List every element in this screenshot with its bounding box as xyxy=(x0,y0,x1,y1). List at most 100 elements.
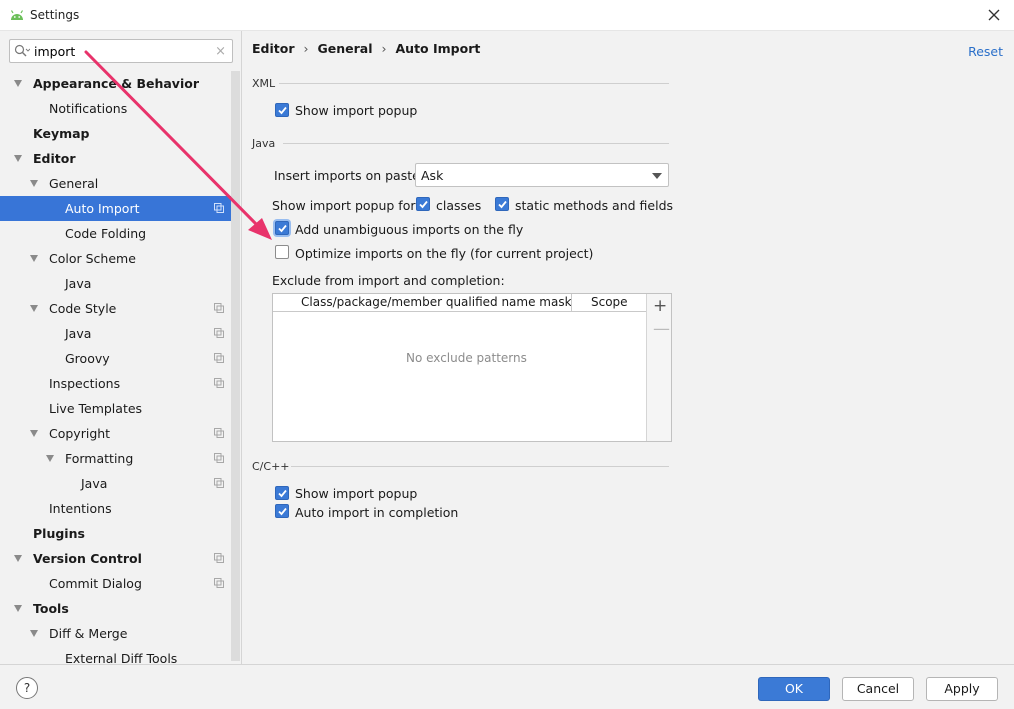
apply-button[interactable]: Apply xyxy=(926,677,998,701)
sidebar-item-label: Java xyxy=(65,276,92,291)
title-bar: Settings xyxy=(0,0,1014,31)
expand-arrow-icon[interactable] xyxy=(30,430,38,437)
optimize-imports-label: Optimize imports on the fly (for current… xyxy=(295,246,594,261)
close-button[interactable] xyxy=(982,4,1006,26)
cancel-button[interactable]: Cancel xyxy=(842,677,914,701)
close-icon xyxy=(988,9,1000,21)
project-level-icon xyxy=(214,553,224,563)
sidebar-item[interactable]: Groovy xyxy=(0,346,232,371)
sidebar-item[interactable]: Commit Dialog xyxy=(0,571,232,596)
project-level-icon xyxy=(214,203,224,213)
insert-imports-select[interactable]: Ask xyxy=(415,163,669,187)
expand-arrow-icon[interactable] xyxy=(14,605,22,612)
sidebar-item[interactable]: Code Style xyxy=(0,296,232,321)
table-header: Class/package/member qualified name mask… xyxy=(273,294,646,312)
xml-show-popup-checkbox[interactable] xyxy=(275,103,289,117)
sidebar-item-label: Auto Import xyxy=(65,201,140,216)
expand-arrow-icon[interactable] xyxy=(30,180,38,187)
sidebar-item[interactable]: Formatting xyxy=(0,446,232,471)
empty-table-text: No exclude patterns xyxy=(406,351,527,365)
settings-content: Editor › General › Auto Import Reset XML Sho… xyxy=(243,31,1014,664)
clear-search-icon[interactable]: × xyxy=(215,44,226,59)
sidebar-item[interactable]: Copyright xyxy=(0,421,232,446)
sidebar-item[interactable]: Notifications xyxy=(0,96,232,121)
sidebar-item-label: Groovy xyxy=(65,351,110,366)
breadcrumb-editor: Editor xyxy=(252,41,295,56)
sidebar-scrollbar[interactable] xyxy=(231,71,240,661)
check-icon xyxy=(498,200,507,209)
settings-tree: Appearance & Behavior Notifications Keymap… xyxy=(0,71,232,664)
expand-arrow-icon[interactable] xyxy=(46,455,54,462)
sidebar-item[interactable]: Java xyxy=(0,471,232,496)
sidebar-item-label: Intentions xyxy=(49,501,112,516)
sidebar-item-label: Commit Dialog xyxy=(49,576,142,591)
optimize-imports-checkbox[interactable] xyxy=(275,245,289,259)
classes-label: classes xyxy=(436,198,482,213)
sidebar-item-label: Copyright xyxy=(49,426,111,441)
section-divider xyxy=(291,466,669,467)
breadcrumb-separator: › xyxy=(303,41,309,56)
sidebar-item[interactable]: Live Templates xyxy=(0,396,232,421)
sidebar-item[interactable]: Code Folding xyxy=(0,221,232,246)
sidebar-item[interactable]: Appearance & Behavior xyxy=(0,71,232,96)
sidebar-item[interactable]: Auto Import xyxy=(0,196,232,221)
expand-arrow-icon[interactable] xyxy=(30,255,38,262)
sidebar-item-label: General xyxy=(49,176,99,191)
sidebar-item[interactable]: Diff & Merge xyxy=(0,621,232,646)
section-cpp-title: C/C++ xyxy=(252,460,290,473)
expand-arrow-icon[interactable] xyxy=(30,630,38,637)
sidebar-item-label: Notifications xyxy=(49,101,128,116)
sidebar-item[interactable]: Plugins xyxy=(0,521,232,546)
sidebar-item[interactable]: External Diff Tools xyxy=(0,646,232,664)
expand-arrow-icon[interactable] xyxy=(14,80,22,87)
sidebar-item-label: Java xyxy=(81,476,108,491)
sidebar-item[interactable]: General xyxy=(0,171,232,196)
project-level-icon xyxy=(214,428,224,438)
add-unambiguous-checkbox[interactable] xyxy=(275,221,289,235)
project-level-icon xyxy=(214,478,224,488)
reset-link[interactable]: Reset xyxy=(968,44,1003,59)
sidebar-item[interactable]: Inspections xyxy=(0,371,232,396)
cpp-show-popup-checkbox[interactable] xyxy=(275,486,289,500)
project-level-icon xyxy=(214,578,224,588)
sidebar-item[interactable]: Version Control xyxy=(0,546,232,571)
sidebar-item-label: Formatting xyxy=(65,451,134,466)
sidebar-item[interactable]: Color Scheme xyxy=(0,246,232,271)
window-title: Settings xyxy=(30,8,80,22)
static-methods-label: static methods and fields xyxy=(515,198,674,213)
settings-sidebar: import × Appearance & Behavior Notificati… xyxy=(0,31,242,664)
column-separator xyxy=(571,294,572,312)
sidebar-item-label: Editor xyxy=(33,151,76,166)
sidebar-item-label: Plugins xyxy=(33,526,85,541)
add-unambiguous-label: Add unambiguous imports on the fly xyxy=(295,222,524,237)
sidebar-item[interactable]: Editor xyxy=(0,146,232,171)
exclude-table: Class/package/member qualified name mask… xyxy=(272,293,672,442)
sidebar-item[interactable]: Tools xyxy=(0,596,232,621)
ok-button[interactable]: OK xyxy=(758,677,830,701)
column-header-mask[interactable]: Class/package/member qualified name mask xyxy=(301,295,572,309)
sidebar-item[interactable]: Java xyxy=(0,321,232,346)
help-button[interactable]: ? xyxy=(16,677,38,699)
project-level-icon xyxy=(214,378,224,388)
sidebar-item[interactable]: Java xyxy=(0,271,232,296)
search-icon xyxy=(14,44,30,57)
column-header-scope[interactable]: Scope xyxy=(591,295,628,309)
sidebar-item-label: Inspections xyxy=(49,376,121,391)
classes-checkbox[interactable] xyxy=(416,197,430,211)
table-toolbar: + — xyxy=(646,294,671,441)
sidebar-item[interactable]: Keymap xyxy=(0,121,232,146)
search-input[interactable]: import × xyxy=(9,39,233,63)
sidebar-item-label: Version Control xyxy=(33,551,142,566)
sidebar-item[interactable]: Intentions xyxy=(0,496,232,521)
check-icon xyxy=(278,224,287,233)
dialog-footer: ? OK Cancel Apply xyxy=(0,664,1014,709)
expand-arrow-icon[interactable] xyxy=(14,555,22,562)
section-divider xyxy=(283,143,669,144)
project-level-icon xyxy=(214,353,224,363)
static-methods-checkbox[interactable] xyxy=(495,197,509,211)
expand-arrow-icon[interactable] xyxy=(30,305,38,312)
breadcrumb-auto-import: Auto Import xyxy=(395,41,481,56)
cpp-auto-import-checkbox[interactable] xyxy=(275,504,289,518)
expand-arrow-icon[interactable] xyxy=(14,155,22,162)
add-icon[interactable]: + xyxy=(653,296,667,316)
